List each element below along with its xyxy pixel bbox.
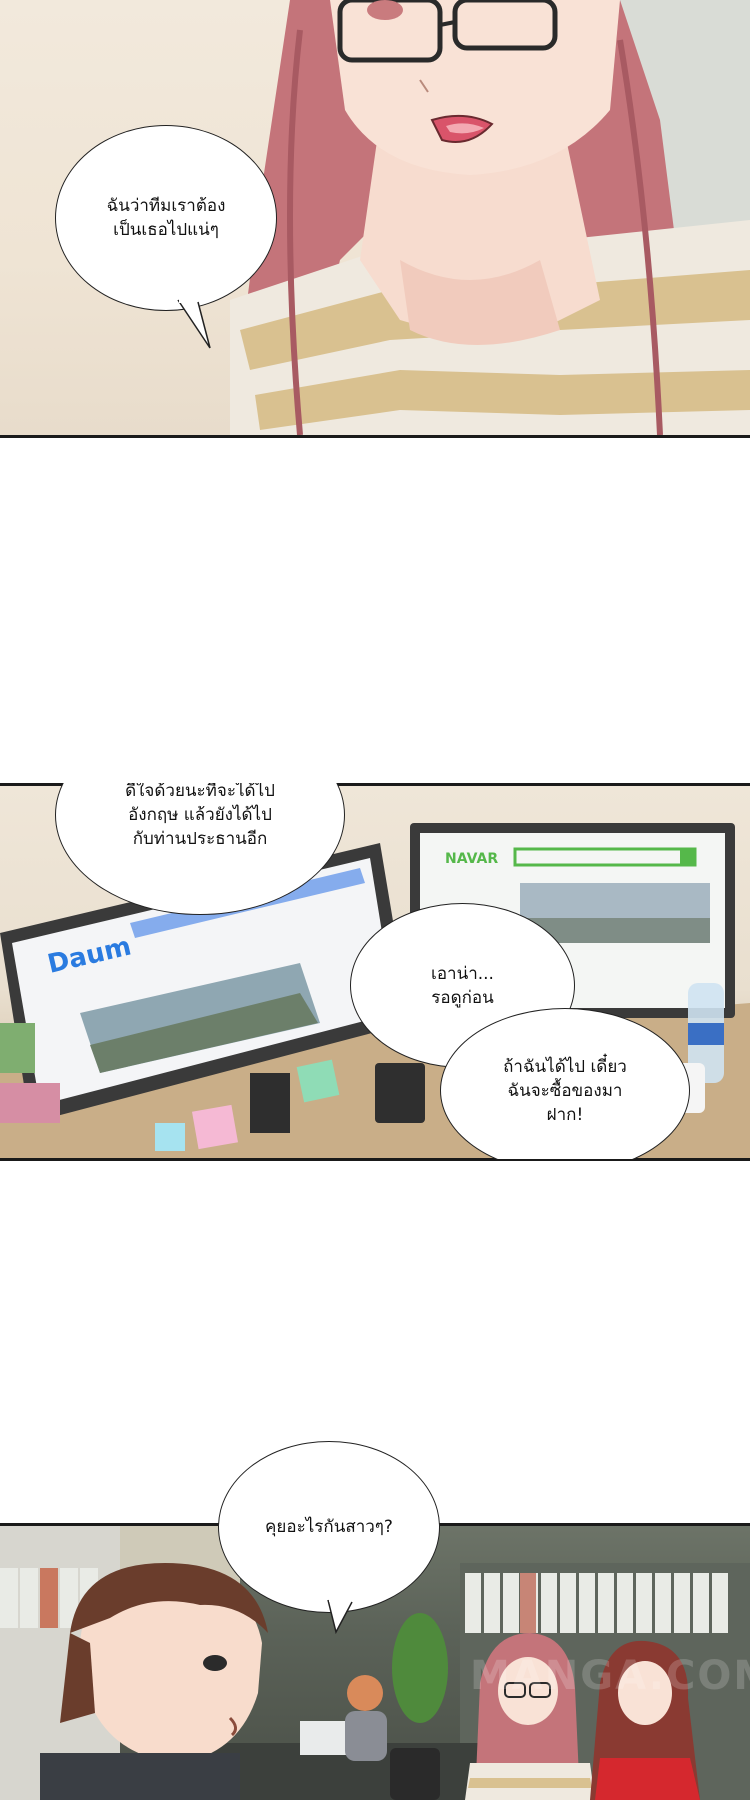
monitor-right-logo: NAVAR: [445, 851, 498, 867]
panel-2-bottom-border: [0, 1158, 750, 1161]
speech-bubble-5: คุยอะไรกันสาวๆ?: [218, 1441, 440, 1613]
speech-bubble-2-text: ดีใจด้วยนะที่จะได้ไป อังกฤษ แล้วยังได้ไป…: [125, 783, 275, 849]
speech-bubble-1: ฉันว่าทีมเราต้อง เป็นเธอไปแน่ๆ: [55, 125, 277, 311]
speech-bubble-4: ถ้าฉันได้ไป เดี๋ยว ฉันจะซื้อของมา ฝาก!: [440, 1008, 690, 1159]
watermark-text: MANGA.COM: [470, 1653, 750, 1699]
speech-bubble-5-text: คุยอะไรกันสาวๆ?: [265, 1517, 393, 1537]
speech-bubble-1-tail: [177, 298, 211, 349]
speech-bubble-1-text: ฉันว่าทีมเราต้อง เป็นเธอไปแน่ๆ: [106, 196, 226, 240]
speech-bubble-4-text: ถ้าฉันได้ไป เดี๋ยว ฉันจะซื้อของมา ฝาก!: [503, 1056, 627, 1125]
panel-1-border: [0, 435, 750, 438]
speech-bubble-3-text: เอาน่า... รอดูก่อน: [431, 963, 494, 1008]
speech-bubble-5-tail: [327, 1596, 353, 1635]
panel-office-desk: Daum NAVAR ดีใจด้วยนะที่จะได้ไป อังกฤษ แ…: [0, 783, 750, 1159]
panel-girl-closeup: ฉันว่าทีมเราต้อง เป็นเธอไปแน่ๆ: [0, 0, 750, 435]
